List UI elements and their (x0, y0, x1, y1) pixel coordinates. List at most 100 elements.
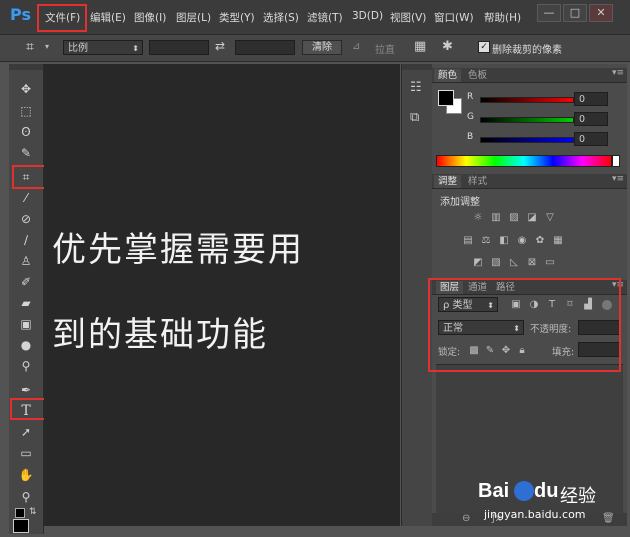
minimize-button[interactable]: — (537, 4, 561, 22)
select-arrow-icon: ⬍ (132, 44, 139, 53)
gradient-map-icon[interactable]: ▭ (544, 257, 556, 268)
move-tool-icon[interactable]: ✥ (15, 80, 37, 98)
quick-select-tool-icon[interactable]: ✎ (15, 144, 37, 162)
restore-button[interactable]: □ (563, 4, 587, 22)
menu-filter[interactable]: 滤镜(T) (307, 10, 343, 25)
grid-overlay-icon[interactable]: ▦ (414, 39, 426, 54)
crop-tool-icon[interactable]: ⌗ (26, 39, 34, 55)
baidu-watermark: Bai du 经验 jingyan.baidu.com (478, 480, 628, 536)
gear-icon[interactable]: ✱ (442, 39, 453, 54)
canvas-text-line-1: 优先掌握需要用 (52, 230, 304, 270)
green-slider[interactable] (480, 117, 574, 123)
menu-edit[interactable]: 编辑(E) (90, 10, 126, 25)
properties-panel-icon[interactable]: ⧉ (410, 110, 419, 125)
width-input[interactable] (149, 40, 209, 55)
tools-panel: ✥ ⬚ ʘ ✎ ⌗ ⁄ ⊘ ∕ ♙ ✐ ▰ ▣ ● ⚲ ✒ T ➚ ▭ ✋ ⚲ … (9, 64, 44, 534)
link-layers-icon[interactable]: ⊖ (462, 513, 470, 524)
tab-color[interactable]: 颜色 (434, 69, 462, 82)
invert-icon[interactable]: ◩ (472, 257, 484, 268)
green-value-input[interactable]: 0 (574, 112, 608, 126)
watermark-brand-2: du (534, 480, 559, 502)
tab-swatches[interactable]: 色板 (464, 69, 491, 82)
close-button[interactable]: ✕ (589, 4, 613, 22)
pen-tool-icon[interactable]: ✒ (15, 381, 37, 399)
vibrance-icon[interactable]: ▽ (544, 212, 556, 223)
strip-grip[interactable] (402, 64, 432, 70)
menu-help[interactable]: 帮助(H) (484, 10, 521, 25)
blur-tool-icon[interactable]: ● (15, 336, 37, 354)
menu-3d[interactable]: 3D(D) (352, 10, 383, 22)
hue-saturation-icon[interactable]: ▤ (462, 235, 474, 246)
brightness-icon[interactable]: ☼ (472, 212, 484, 223)
zoom-tool-icon[interactable]: ⚲ (15, 488, 37, 506)
clear-button[interactable]: 清除 (302, 40, 342, 55)
chevron-down-icon[interactable]: ▾ (45, 42, 49, 51)
healing-brush-tool-icon[interactable]: ⊘ (15, 210, 37, 228)
highlight-layers-panel (428, 278, 621, 372)
menu-image[interactable]: 图像(I) (134, 10, 166, 25)
foreground-color-box[interactable] (438, 90, 454, 106)
delete-cropped-label: 删除裁剪的像素 (492, 45, 562, 56)
red-value-input[interactable]: 0 (574, 92, 608, 106)
swap-colors-icon[interactable]: ⇅ (29, 507, 37, 517)
red-slider[interactable] (480, 97, 574, 103)
ratio-select-value: 比例 (68, 43, 88, 54)
exposure-icon[interactable]: ◪ (526, 212, 538, 223)
straighten-icon[interactable]: ⊿ (352, 41, 360, 52)
hand-tool-icon[interactable]: ✋ (15, 466, 37, 484)
straighten-label[interactable]: 拉直 (375, 41, 395, 56)
history-panel-icon[interactable]: ☷ (410, 80, 422, 95)
red-label: R (467, 92, 474, 102)
lasso-tool-icon[interactable]: ʘ (15, 123, 37, 141)
eyedropper-tool-icon[interactable]: ⁄ (15, 189, 37, 207)
mini-default-colors-icon[interactable] (15, 508, 25, 518)
posterize-icon[interactable]: ▧ (490, 257, 502, 268)
blue-value-input[interactable]: 0 (574, 132, 608, 146)
menu-view[interactable]: 视图(V) (390, 10, 426, 25)
delete-cropped-checkbox[interactable]: ✓ (478, 41, 490, 53)
rectangle-tool-icon[interactable]: ▭ (15, 444, 37, 462)
menu-bar: Ps 文件(F) 编辑(E) 图像(I) 图层(L) 类型(Y) 选择(S) 滤… (0, 0, 630, 34)
curves-icon[interactable]: ▨ (508, 212, 520, 223)
gradient-tool-icon[interactable]: ▣ (15, 315, 37, 333)
watermark-brand: Bai (478, 480, 510, 502)
menu-layer[interactable]: 图层(L) (176, 10, 211, 25)
tab-styles[interactable]: 样式 (464, 175, 491, 188)
highlight-crop-tool (12, 165, 48, 189)
document-canvas[interactable]: 优先掌握需要用 到的基础功能 (44, 64, 400, 526)
selective-color-icon[interactable]: ⊠ (526, 257, 538, 268)
panel-menu-icon[interactable]: ▾≡ (612, 174, 624, 184)
color-panel-tabs: 颜色 色板 ▾≡ (432, 68, 627, 83)
paw-logo-icon (514, 481, 534, 501)
path-select-tool-icon[interactable]: ➚ (15, 423, 37, 441)
tab-adjustments[interactable]: 调整 (434, 175, 462, 188)
color-balance-icon[interactable]: ⚖ (480, 235, 492, 246)
green-label: G (467, 112, 474, 122)
history-brush-tool-icon[interactable]: ✐ (15, 273, 37, 291)
brush-tool-icon[interactable]: ∕ (15, 231, 37, 249)
toolbar-grip[interactable] (9, 64, 43, 70)
menu-select[interactable]: 选择(S) (263, 10, 299, 25)
color-spectrum-bar[interactable] (436, 155, 612, 167)
foreground-color-swatch[interactable] (13, 519, 29, 533)
channel-mixer-icon[interactable]: ✿ (534, 235, 546, 246)
threshold-icon[interactable]: ◺ (508, 257, 520, 268)
levels-icon[interactable]: ▥ (490, 212, 502, 223)
eraser-tool-icon[interactable]: ▰ (15, 294, 37, 312)
clone-stamp-tool-icon[interactable]: ♙ (15, 252, 37, 270)
photo-filter-icon[interactable]: ◉ (516, 235, 528, 246)
canvas-text-line-2: 到的基础功能 (52, 315, 268, 355)
blue-slider[interactable] (480, 137, 574, 143)
color-lookup-icon[interactable]: ▦ (552, 235, 564, 246)
ratio-select[interactable]: 比例 ⬍ (63, 40, 143, 55)
white-swatch[interactable] (612, 155, 620, 167)
options-bar: ⌗ ▾ 比例 ⬍ ⇄ 清除 ⊿ 拉直 ▦ ✱ ✓ 删除裁剪的像素 (0, 34, 630, 62)
menu-type[interactable]: 类型(Y) (219, 10, 255, 25)
black-white-icon[interactable]: ◧ (498, 235, 510, 246)
panel-menu-icon[interactable]: ▾≡ (612, 68, 624, 78)
marquee-tool-icon[interactable]: ⬚ (15, 102, 37, 120)
menu-window[interactable]: 窗口(W) (434, 10, 474, 25)
swap-icon[interactable]: ⇄ (215, 39, 225, 53)
height-input[interactable] (235, 40, 295, 55)
dodge-tool-icon[interactable]: ⚲ (15, 357, 37, 375)
